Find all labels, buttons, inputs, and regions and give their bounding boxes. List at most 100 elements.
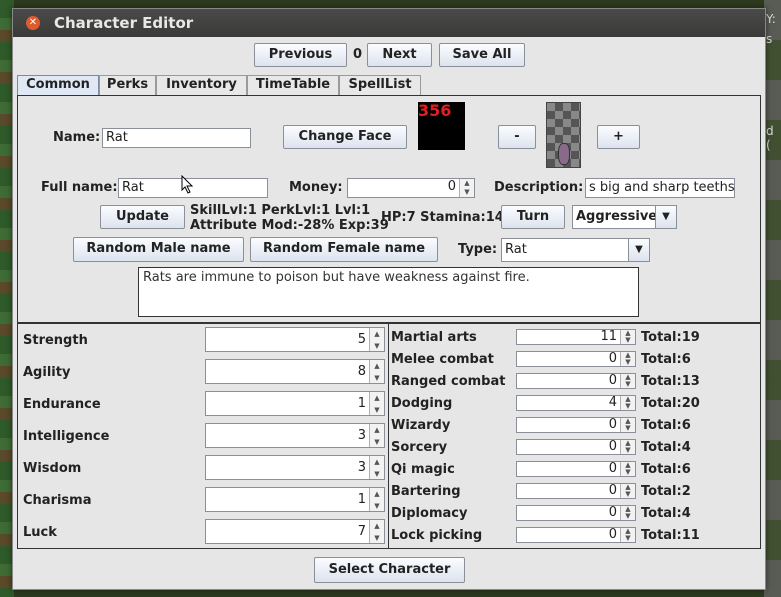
skill-label: Ranged combat xyxy=(391,374,506,389)
tab-perks[interactable]: Perks xyxy=(99,75,156,95)
spinner-arrows-icon[interactable]: ▲ ▼ xyxy=(369,520,384,543)
spinner-arrows-icon[interactable]: ▲ ▼ xyxy=(620,528,635,542)
skill-spinner[interactable]: 0 ▲ ▼ xyxy=(516,461,636,477)
attribute-label: Strength xyxy=(23,333,88,348)
spinner-arrows-icon[interactable]: ▲ ▼ xyxy=(620,440,635,454)
mouse-cursor-icon xyxy=(181,175,194,194)
money-label: Money: xyxy=(289,180,343,195)
spinner-arrows-icon[interactable]: ▲ ▼ xyxy=(620,374,635,388)
random-male-name-button[interactable]: Random Male name xyxy=(73,237,244,262)
skill-spinner[interactable]: 4 ▲ ▼ xyxy=(516,395,636,411)
attribute-spinner[interactable]: 7 ▲ ▼ xyxy=(205,519,385,544)
attribute-label: Luck xyxy=(23,525,57,540)
character-editor-window: ✕ Character Editor Previous 0 Next Save … xyxy=(12,8,766,590)
spinner-arrows-icon[interactable]: ▲ ▼ xyxy=(369,456,384,479)
skill-total: Total:4 xyxy=(641,440,691,455)
character-sprite xyxy=(546,102,581,168)
select-character-button[interactable]: Select Character xyxy=(314,557,465,583)
sprite-prev-button[interactable]: - xyxy=(498,125,536,149)
attribute-spinner[interactable]: 8 ▲ ▼ xyxy=(205,359,385,384)
spinner-arrows-icon[interactable]: ▲ ▼ xyxy=(620,506,635,520)
attribute-spinner[interactable]: 5 ▲ ▼ xyxy=(205,327,385,352)
type-select[interactable]: Rat ▼ xyxy=(501,238,650,262)
skill-total: Total:13 xyxy=(641,374,700,389)
attribute-spinner[interactable]: 1 ▲ ▼ xyxy=(205,487,385,512)
type-label: Type: xyxy=(458,242,498,257)
chevron-down-icon[interactable]: ▼ xyxy=(655,206,676,228)
tab-spelllist[interactable]: SpellList xyxy=(339,75,421,95)
spinner-arrows-icon[interactable]: ▲ ▼ xyxy=(620,418,635,432)
levels-info: SkillLvl:1 PerkLvl:1 Lvl:1 xyxy=(190,203,371,218)
skill-label: Martial arts xyxy=(391,330,477,345)
game-background-right xyxy=(764,0,781,597)
chevron-down-icon[interactable]: ▼ xyxy=(628,239,649,261)
spinner-arrows-icon[interactable]: ▲ ▼ xyxy=(369,488,384,511)
background-text: Y: xyxy=(766,12,776,26)
spinner-arrows-icon[interactable]: ▲ ▼ xyxy=(369,360,384,383)
face-number: 356 xyxy=(418,101,452,120)
background-text: s xyxy=(766,32,773,46)
name-input[interactable]: Rat xyxy=(102,128,251,148)
skill-total: Total:2 xyxy=(641,484,691,499)
skill-label: Bartering xyxy=(391,484,461,499)
skill-label: Lock picking xyxy=(391,528,483,543)
money-value: 0 xyxy=(447,179,456,194)
face-portrait: 356 xyxy=(418,102,465,150)
attribute-spinner[interactable]: 1 ▲ ▼ xyxy=(205,391,385,416)
hp-stamina-info: HP:7 Stamina:14 xyxy=(381,210,504,225)
rat-sprite-icon xyxy=(558,143,570,165)
skill-spinner[interactable]: 11 ▲ ▼ xyxy=(516,329,636,345)
attribute-label: Charisma xyxy=(23,493,92,508)
tab-inventory[interactable]: Inventory xyxy=(156,75,247,95)
attribute-label: Wisdom xyxy=(23,461,82,476)
skill-spinner[interactable]: 0 ▲ ▼ xyxy=(516,505,636,521)
previous-button[interactable]: Previous xyxy=(254,43,347,67)
skill-spinner[interactable]: 0 ▲ ▼ xyxy=(516,373,636,389)
attribute-exp-info: Attribute Mod:-28% Exp:39 xyxy=(190,218,389,233)
window-title: Character Editor xyxy=(54,14,194,32)
skill-spinner[interactable]: 0 ▲ ▼ xyxy=(516,439,636,455)
spinner-arrows-icon[interactable]: ▲ ▼ xyxy=(620,396,635,410)
spinner-arrows-icon[interactable]: ▲ ▼ xyxy=(620,462,635,476)
description-label: Description: xyxy=(494,180,584,195)
spinner-arrows-icon[interactable]: ▲ ▼ xyxy=(620,484,635,498)
spinner-arrows-icon[interactable]: ▲ ▼ xyxy=(459,179,474,197)
money-spinner[interactable]: 0 ▲ ▼ xyxy=(347,178,475,198)
save-all-button[interactable]: Save All xyxy=(439,43,525,67)
attribute-spinner[interactable]: 3 ▲ ▼ xyxy=(205,423,385,448)
skill-label: Wizardy xyxy=(391,418,451,433)
skill-spinner[interactable]: 0 ▲ ▼ xyxy=(516,417,636,433)
skill-spinner[interactable]: 0 ▲ ▼ xyxy=(516,351,636,367)
attribute-spinner[interactable]: 3 ▲ ▼ xyxy=(205,455,385,480)
skill-total: Total:6 xyxy=(641,352,691,367)
update-button[interactable]: Update xyxy=(100,205,185,229)
spinner-arrows-icon[interactable]: ▲ ▼ xyxy=(369,328,384,351)
random-female-name-button[interactable]: Random Female name xyxy=(250,237,438,262)
name-label: Name: xyxy=(53,130,101,145)
skill-label: Dodging xyxy=(391,396,453,411)
spinner-arrows-icon[interactable]: ▲ ▼ xyxy=(369,392,384,415)
tab-common[interactable]: Common xyxy=(17,75,99,95)
skill-spinner[interactable]: 0 ▲ ▼ xyxy=(516,527,636,543)
skill-label: Qi magic xyxy=(391,462,455,477)
next-button[interactable]: Next xyxy=(367,43,432,67)
sprite-next-button[interactable]: + xyxy=(597,125,640,149)
turn-button[interactable]: Turn xyxy=(501,205,565,229)
skill-total: Total:20 xyxy=(641,396,700,411)
attitude-select[interactable]: Aggressive ▼ xyxy=(572,205,677,229)
attribute-label: Endurance xyxy=(23,397,101,412)
skill-total: Total:6 xyxy=(641,462,691,477)
close-icon[interactable]: ✕ xyxy=(26,16,40,30)
change-face-button[interactable]: Change Face xyxy=(283,125,407,149)
type-value: Rat xyxy=(505,242,527,257)
spinner-arrows-icon[interactable]: ▲ ▼ xyxy=(620,330,635,344)
tab-timetable[interactable]: TimeTable xyxy=(247,75,339,95)
spinner-arrows-icon[interactable]: ▲ ▼ xyxy=(369,424,384,447)
skill-total: Total:4 xyxy=(641,506,691,521)
description-input[interactable]: s big and sharp teeths. xyxy=(585,178,735,198)
spinner-arrows-icon[interactable]: ▲ ▼ xyxy=(620,352,635,366)
character-notes[interactable]: Rats are immune to poison but have weakn… xyxy=(138,267,639,317)
attributes-panel: Strength 5 ▲ ▼ Agility 8 ▲ ▼ Endurance 1 ▲ ▼ I… xyxy=(17,323,389,549)
character-index: 0 xyxy=(353,47,363,62)
skill-spinner[interactable]: 0 ▲ ▼ xyxy=(516,483,636,499)
